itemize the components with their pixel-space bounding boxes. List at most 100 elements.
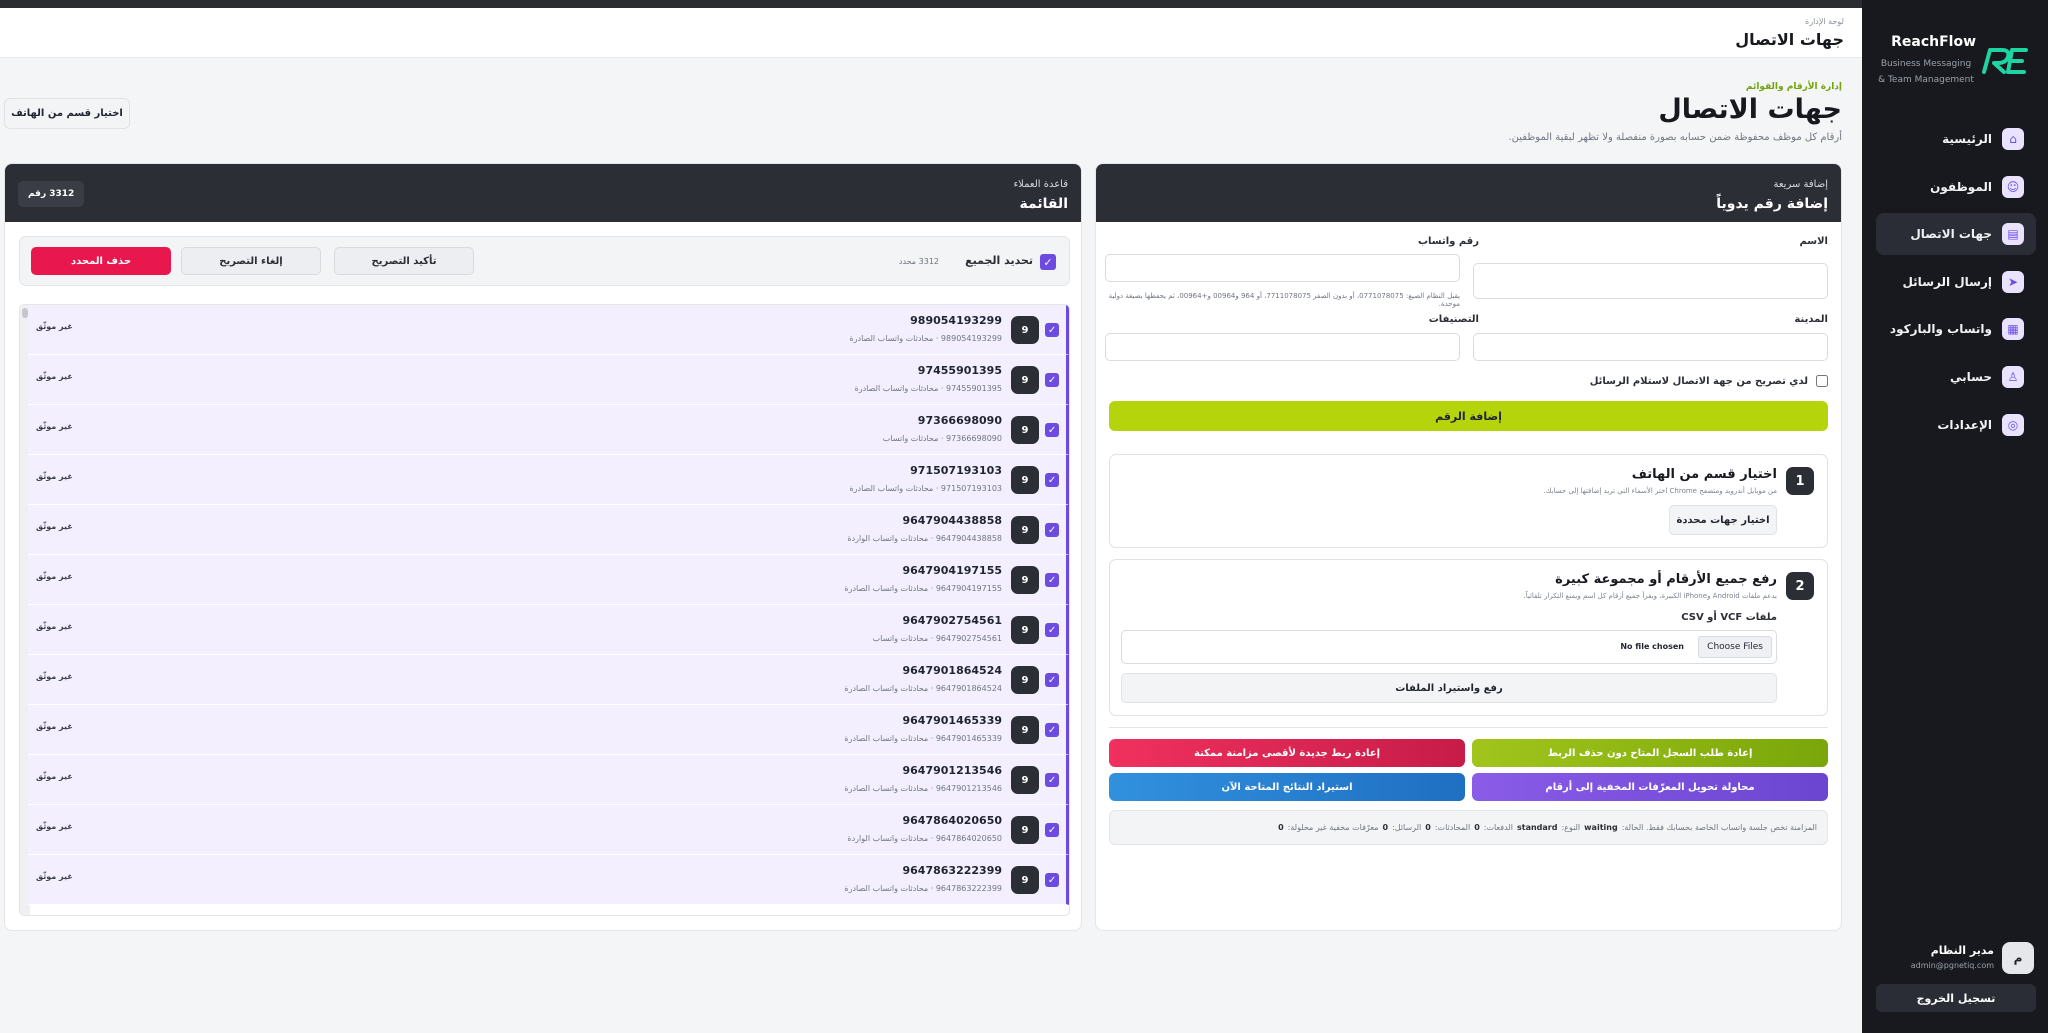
row-trust-status: غير موثّق: [36, 822, 73, 831]
step-description: يدعم ملفات Android وiPhone الكبيرة، ويقر…: [1523, 592, 1777, 600]
row-trust-status: غير موثّق: [36, 522, 73, 531]
convert-hidden-ids-button[interactable]: محاولة تحويل المعرّفات المخفية إلى أرقام: [1472, 773, 1828, 801]
row-score-badge: 9: [1011, 866, 1039, 894]
sidebar-item-contacts[interactable]: ▤ جهات الاتصال: [1876, 213, 2036, 256]
row-checkbox[interactable]: ✓: [1045, 673, 1059, 687]
pick-phone-section-button[interactable]: اختيار قسم من الهاتف: [4, 98, 130, 129]
brand: ReachFlow Business Messaging & Team Mana…: [1878, 34, 2028, 85]
name-input[interactable]: [1473, 263, 1828, 299]
page-subtitle: أرقام كل موظف محفوظة ضمن حسابه بصورة منف…: [1508, 132, 1842, 143]
sidebar-item-whatsapp-qr[interactable]: ▦ واتساب والباركود: [1876, 308, 2036, 350]
contact-row[interactable]: ✓ 9 9647863222399 9647863222399 · محادثا…: [28, 855, 1069, 905]
sidebar-item-label: الرئيسية: [1942, 132, 1992, 146]
whatsapp-hint: يقبل النظام الصيغ: 0771078075، أو بدون ا…: [1108, 292, 1460, 308]
cancel-consent-button[interactable]: إلغاء التصريح: [181, 247, 321, 275]
consent-label: لدي تصريح من جهة الاتصال لاستلام الرسائل: [1589, 375, 1808, 387]
sidebar-item-settings[interactable]: ◎ الإعدادات: [1876, 404, 2036, 446]
user-icon: ♙: [2002, 365, 2024, 388]
row-trust-status: غير موثّق: [36, 372, 73, 381]
row-score-badge: 9: [1011, 316, 1039, 344]
contact-row[interactable]: ✓ 9 9647904197155 9647904197155 · محادثا…: [28, 555, 1069, 605]
contact-row[interactable]: ✓ 9 9647901465339 9647901465339 · محادثا…: [28, 705, 1069, 755]
quick-add-header: إضافة سريعة إضافة رقم يدوياً: [1096, 164, 1841, 222]
contact-row[interactable]: ✓ 9 9647902754561 9647902754561 · محادثا…: [28, 605, 1069, 655]
sidebar-item-employees[interactable]: ☺ الموظفون: [1876, 166, 2036, 208]
city-input[interactable]: [1473, 333, 1828, 361]
row-meta: 9647901864524 · محادثات واتساب الصادرة: [844, 684, 1002, 693]
user-name: مدير النظام: [1930, 944, 1994, 957]
choose-files-button[interactable]: Choose Files: [1698, 636, 1772, 658]
logout-button[interactable]: تسجيل الخروج: [1876, 984, 2036, 1012]
contact-row[interactable]: ✓ 9 971507193103 971507193103 · محادثات …: [28, 455, 1069, 505]
contact-row[interactable]: ✓ 9 9647904438858 9647904438858 · محادثا…: [28, 505, 1069, 555]
sidebar-item-send-messages[interactable]: ➤ إرسال الرسائل: [1876, 261, 2036, 303]
contact-row[interactable]: ✓ 9 97455901395 97455901395 · محادثات وا…: [28, 355, 1069, 405]
row-phone: 9647904197155: [902, 564, 1003, 577]
brand-name: ReachFlow: [1891, 34, 1976, 50]
select-all-label[interactable]: تحديد الجميع: [965, 254, 1033, 267]
row-score-badge: 9: [1011, 766, 1039, 794]
row-meta: 9647901213546 · محادثات واتساب الصادرة: [844, 784, 1002, 793]
add-number-button[interactable]: إضافة الرقم: [1109, 401, 1828, 431]
contact-row[interactable]: ✓ 9 9647901864524 9647901864524 · محادثا…: [28, 655, 1069, 705]
sidebar-item-label: إرسال الرسائل: [1902, 274, 1992, 289]
contacts-title: القائمة: [1019, 196, 1068, 212]
contacts-list-panel: قاعدة العملاء القائمة 3312 رقم ✓ تحديد ا…: [4, 163, 1082, 931]
row-score-badge: 9: [1011, 816, 1039, 844]
row-trust-status: غير موثّق: [36, 422, 73, 431]
upload-import-button[interactable]: رفع واستيراد الملفات: [1121, 673, 1777, 703]
row-checkbox[interactable]: ✓: [1045, 723, 1059, 737]
sidebar-item-account[interactable]: ♙ حسابي: [1876, 356, 2036, 398]
relink-button[interactable]: إعادة ربط جديدة لأقصى مزامنة ممكنة: [1109, 739, 1465, 767]
tags-input[interactable]: [1105, 333, 1460, 361]
row-meta: 9647902754561 · محادثات واتساب: [872, 634, 1002, 643]
row-trust-status: غير موثّق: [36, 572, 73, 581]
row-checkbox[interactable]: ✓: [1045, 373, 1059, 387]
row-checkbox[interactable]: ✓: [1045, 623, 1059, 637]
row-phone: 971507193103: [910, 464, 1002, 477]
step-number: 2: [1786, 572, 1814, 600]
row-checkbox[interactable]: ✓: [1045, 523, 1059, 537]
city-label: المدينة: [1794, 314, 1828, 325]
sidebar-nav: ⌂ الرئيسية ☺ الموظفون ▤ جهات الاتصال ➤ إ…: [1876, 118, 2036, 451]
row-meta: 989054193299 · محادثات واتساب الصادرة: [849, 334, 1002, 343]
row-meta: 97455901395 · محادثات واتساب الصادرة: [854, 384, 1002, 393]
file-input[interactable]: Choose Files No file chosen: [1121, 630, 1777, 664]
row-phone: 9647863222399: [902, 864, 1003, 877]
confirm-consent-button[interactable]: تأكيد التصريح: [334, 247, 474, 275]
pick-specific-contacts-button[interactable]: اختيار جهات محددة: [1669, 505, 1777, 535]
step-upload-files-card: 2 رفع جميع الأرقام أو مجموعة كبيرة يدعم …: [1109, 559, 1828, 716]
import-results-button[interactable]: استيراد النتائج المتاحة الآن: [1109, 773, 1465, 801]
row-trust-status: غير موثّق: [36, 622, 73, 631]
step-title: رفع جميع الأرقام أو مجموعة كبيرة: [1555, 572, 1777, 587]
resync-history-button[interactable]: إعادة طلب السجل المتاح دون حذف الربط: [1472, 739, 1828, 767]
row-checkbox[interactable]: ✓: [1045, 773, 1059, 787]
brand-tagline: Business Messaging & Team Management: [1878, 59, 1974, 85]
row-score-badge: 9: [1011, 416, 1039, 444]
row-checkbox[interactable]: ✓: [1045, 323, 1059, 337]
breadcrumb[interactable]: لوحة الإدارة: [1805, 17, 1844, 26]
delete-selected-button[interactable]: حذف المحدد: [31, 247, 171, 275]
row-checkbox[interactable]: ✓: [1045, 573, 1059, 587]
row-meta: 9647863222399 · محادثات واتساب الصادرة: [844, 884, 1002, 893]
row-meta: 9647904438858 · محادثات واتساب الواردة: [847, 534, 1002, 543]
whatsapp-input[interactable]: [1105, 254, 1460, 282]
step-description: من موبايل أندرويد ومتصفح Chrome اختر الأ…: [1543, 487, 1777, 495]
name-label: الاسم: [1799, 236, 1828, 247]
row-checkbox[interactable]: ✓: [1045, 473, 1059, 487]
row-checkbox[interactable]: ✓: [1045, 823, 1059, 837]
sidebar-item-home[interactable]: ⌂ الرئيسية: [1876, 118, 2036, 160]
contacts-list: ✓ 9 989054193299 989054193299 · محادثات …: [19, 304, 1070, 916]
consent-checkbox[interactable]: [1816, 375, 1828, 387]
contact-row[interactable]: ✓ 9 9647864020650 9647864020650 · محادثا…: [28, 805, 1069, 855]
contact-row[interactable]: ✓ 9 9647901213546 9647901213546 · محادثا…: [28, 755, 1069, 805]
row-trust-status: غير موثّق: [36, 872, 73, 881]
row-score-badge: 9: [1011, 566, 1039, 594]
row-checkbox[interactable]: ✓: [1045, 873, 1059, 887]
quick-add-panel: إضافة سريعة إضافة رقم يدوياً الاسم رقم و…: [1095, 163, 1842, 931]
files-label: ملفات VCF أو CSV: [1681, 612, 1777, 623]
select-all-checkbox[interactable]: ✓: [1040, 254, 1056, 270]
row-checkbox[interactable]: ✓: [1045, 423, 1059, 437]
contact-row[interactable]: ✓ 9 989054193299 989054193299 · محادثات …: [28, 305, 1069, 355]
contact-row[interactable]: ✓ 9 97366698090 97366698090 · محادثات وا…: [28, 405, 1069, 455]
